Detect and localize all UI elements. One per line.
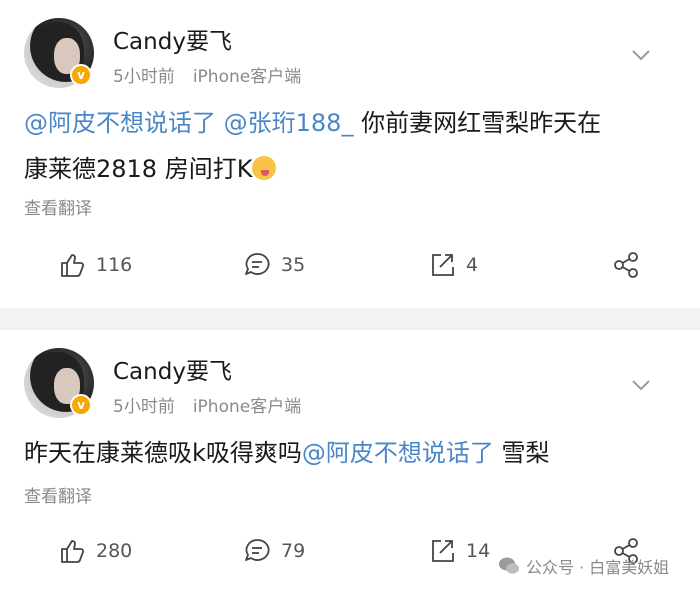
repost-button[interactable]: 4 — [428, 245, 478, 285]
post-content: @阿皮不想说话了 @张珩188_ 你前妻网红雪梨昨天在 康莱德2818 房间打K — [24, 100, 684, 192]
repost-count: 14 — [466, 540, 491, 562]
repost-count: 4 — [466, 254, 479, 276]
post-text: 你前妻网红雪梨昨天在 — [361, 109, 602, 137]
comment-count: 35 — [281, 254, 306, 276]
post-text: 昨天在康莱德吸k吸得爽吗 — [24, 439, 302, 467]
like-icon — [61, 254, 85, 277]
wechat-icon — [499, 557, 519, 574]
emoji-icon — [252, 156, 277, 180]
username[interactable]: Candy要飞 — [113, 352, 232, 386]
share-icon — [614, 252, 638, 278]
post-source: iPhone客户端 — [192, 397, 302, 417]
post-meta: 5小时前 iPhone客户端 — [113, 62, 301, 87]
chevron-down-icon[interactable] — [628, 372, 654, 398]
like-button[interactable]: 116 — [58, 245, 132, 285]
comment-icon — [245, 253, 270, 275]
username[interactable]: Candy要飞 — [113, 22, 232, 56]
post-text: 康莱德2818 房间打K — [24, 155, 253, 183]
repost-icon — [432, 540, 454, 562]
verified-badge-icon: v — [70, 394, 92, 416]
like-button[interactable]: 280 — [58, 531, 132, 571]
mention-link[interactable]: @阿皮不想说话了 — [302, 439, 494, 467]
post-source: iPhone客户端 — [192, 67, 302, 87]
repost-button[interactable]: 14 — [428, 531, 490, 571]
chevron-down-icon[interactable] — [628, 42, 654, 68]
comment-count: 79 — [281, 540, 306, 562]
watermark: 公众号 · 白富美妖姐 — [498, 553, 669, 579]
comment-icon — [245, 539, 270, 561]
post-content: 昨天在康莱德吸k吸得爽吗@阿皮不想说话了 雪梨 — [24, 430, 684, 476]
mention-link[interactable]: @阿皮不想说话了 — [24, 109, 216, 137]
comment-button[interactable]: 35 — [243, 245, 305, 285]
like-count: 280 — [96, 540, 133, 562]
like-icon — [61, 540, 85, 563]
post-time: 5小时前 — [113, 397, 175, 417]
like-count: 116 — [96, 254, 133, 276]
verified-badge-icon: v — [70, 64, 92, 86]
weibo-post: v Candy要飞 5小时前 iPhone客户端 @阿皮不想说话了 @张珩188_… — [0, 0, 700, 308]
watermark-text: 公众号 · 白富美妖姐 — [526, 558, 670, 577]
translate-link[interactable]: 查看翻译 — [24, 194, 92, 219]
post-divider — [0, 308, 700, 330]
share-button[interactable] — [612, 245, 640, 285]
mention-link[interactable]: @张珩188_ — [224, 109, 354, 137]
post-text: 雪梨 — [501, 439, 550, 467]
translate-link[interactable]: 查看翻译 — [24, 482, 92, 507]
action-bar: 116 35 4 — [0, 245, 700, 285]
repost-icon — [432, 254, 454, 276]
comment-button[interactable]: 79 — [243, 531, 305, 571]
post-meta: 5小时前 iPhone客户端 — [113, 392, 301, 417]
post-time: 5小时前 — [113, 67, 175, 87]
